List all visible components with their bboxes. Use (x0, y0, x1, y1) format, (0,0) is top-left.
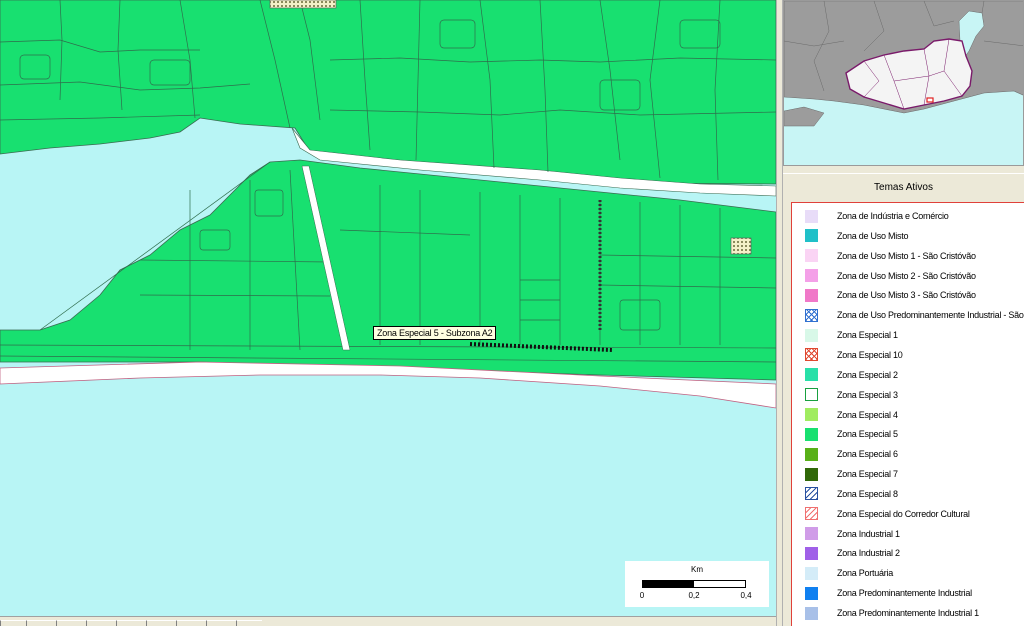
legend-label: Zona de Uso Misto 3 - São Cristóvão (837, 290, 976, 301)
legend-swatch (805, 586, 818, 600)
legend-swatch (805, 546, 818, 560)
legend-swatch (805, 467, 818, 481)
overview-extent-marker[interactable] (926, 97, 934, 103)
legend-item[interactable]: Zona Industrial 2 (792, 543, 1024, 563)
legend-item[interactable]: Zona Especial 10 (792, 345, 1024, 365)
legend-swatch (805, 209, 818, 223)
legend-panel: Temas Ativos Zona de Indústria e Comérci… (783, 173, 1024, 626)
legend-label: Zona Especial 1 (837, 330, 898, 341)
legend-item[interactable]: Zona Especial 8 (792, 484, 1024, 504)
legend-label: Zona Especial 10 (837, 349, 903, 360)
legend-item[interactable]: Zona Predominantemente Industrial 1 (792, 603, 1024, 623)
legend-item[interactable]: Zona de Uso Misto (792, 226, 1024, 246)
legend-item[interactable]: Zona Especial 2 (792, 365, 1024, 385)
legend-item[interactable]: Zona Especial 1 (792, 325, 1024, 345)
legend-swatch (805, 408, 818, 421)
legend-label: Zona Industrial 1 (837, 528, 900, 539)
legend-swatch (805, 269, 818, 283)
legend-swatch (805, 447, 818, 461)
legend-swatch (805, 606, 818, 620)
main-map[interactable]: Zona Especial 5 - Subzona A2 Km 0 0,2 0,… (0, 0, 776, 616)
legend-swatch (805, 427, 818, 441)
legend-label: Zona Predominantemente Industrial (837, 588, 972, 599)
legend-swatch (805, 368, 818, 382)
legend-label: Zona Industrial 2 (837, 548, 900, 559)
legend-swatch (805, 507, 818, 521)
legend-item[interactable]: Zona Especial 4 (792, 405, 1024, 425)
legend-label: Zona de Indústria e Comércio (837, 211, 949, 221)
legend-label: Zona Especial do Corredor Cultural (837, 508, 970, 519)
scale-unit: Km (691, 565, 703, 574)
legend-item[interactable]: Zona de Uso Misto 1 - São Cristóvão (792, 246, 1024, 266)
legend-list[interactable]: Zona de Indústria e Comércio Zona de Uso … (791, 202, 1024, 626)
legend-item[interactable]: Zona de Indústria e Comércio (792, 206, 1024, 226)
feature-tooltip: Zona Especial 5 - Subzona A2 (373, 326, 497, 340)
legend-label: Zona de Uso Predominantemente Industrial… (837, 310, 1024, 321)
legend-label: Zona Predominantemente Industrial 1 (837, 608, 979, 618)
legend-item[interactable]: Zona de Uso Predominantemente Industrial… (792, 305, 1024, 325)
legend-item[interactable]: Zona de Uso Misto 3 - São Cristóvão (792, 285, 1024, 305)
overview-map[interactable] (783, 0, 1024, 166)
legend-label: Zona Especial 5 (837, 429, 898, 440)
legend-label: Zona Especial 7 (837, 469, 898, 480)
legend-swatch (805, 288, 818, 302)
splitter[interactable] (776, 0, 783, 626)
legend-label: Zona de Uso Misto 2 - São Cristóvão (837, 270, 976, 281)
map-status-strip (0, 616, 776, 626)
map-canvas[interactable] (0, 0, 776, 616)
legend-swatch (805, 308, 818, 322)
legend-swatch (805, 527, 818, 541)
overview-canvas[interactable] (784, 1, 1024, 166)
legend-label: Zona de Uso Misto (837, 230, 909, 241)
legend-label: Zona Especial 8 (837, 488, 898, 499)
legend-item[interactable]: Zona Especial 3 (792, 385, 1024, 405)
legend-label: Zona Especial 2 (837, 369, 898, 380)
scale-bar-graphic (642, 580, 746, 588)
scale-bar: Km 0 0,2 0,4 (625, 561, 769, 607)
legend-swatch (805, 388, 818, 402)
legend-label: Zona Especial 6 (837, 449, 898, 460)
scale-tick-0: 0 (639, 591, 645, 600)
legend-swatch (805, 487, 818, 501)
dotted-feature-right (730, 237, 752, 255)
legend-item[interactable]: Zona Especial 7 (792, 464, 1024, 484)
legend-item[interactable]: Zona Portuária (792, 563, 1024, 583)
gis-viewer: Zona Especial 5 - Subzona A2 Km 0 0,2 0,… (0, 0, 1024, 626)
legend-swatch (805, 229, 818, 243)
legend-item[interactable]: Zona Especial 5 (792, 424, 1024, 444)
legend-swatch (805, 566, 818, 580)
legend-item[interactable]: Zona Especial do Corredor Cultural (792, 504, 1024, 524)
dotted-feature-top (269, 0, 337, 9)
legend-title: Temas Ativos (874, 182, 933, 193)
legend-swatch (805, 348, 818, 362)
legend-item[interactable]: Zona Predominantemente Industrial (792, 583, 1024, 603)
legend-swatch (805, 328, 818, 342)
scale-tick-1: 0,2 (688, 591, 700, 600)
legend-item[interactable]: Zona de Uso Misto 2 - São Cristóvão (792, 266, 1024, 286)
legend-label: Zona de Uso Misto 1 - São Cristóvão (837, 250, 976, 261)
legend-swatch (805, 249, 818, 263)
legend-label: Zona Especial 3 (837, 389, 898, 400)
legend-label: Zona Portuária (837, 568, 894, 579)
scale-tick-2: 0,4 (740, 591, 752, 600)
legend-item[interactable]: Zona Industrial 1 (792, 524, 1024, 544)
legend-item[interactable]: Zona Especial 6 (792, 444, 1024, 464)
legend-label: Zona Especial 4 (837, 409, 898, 420)
